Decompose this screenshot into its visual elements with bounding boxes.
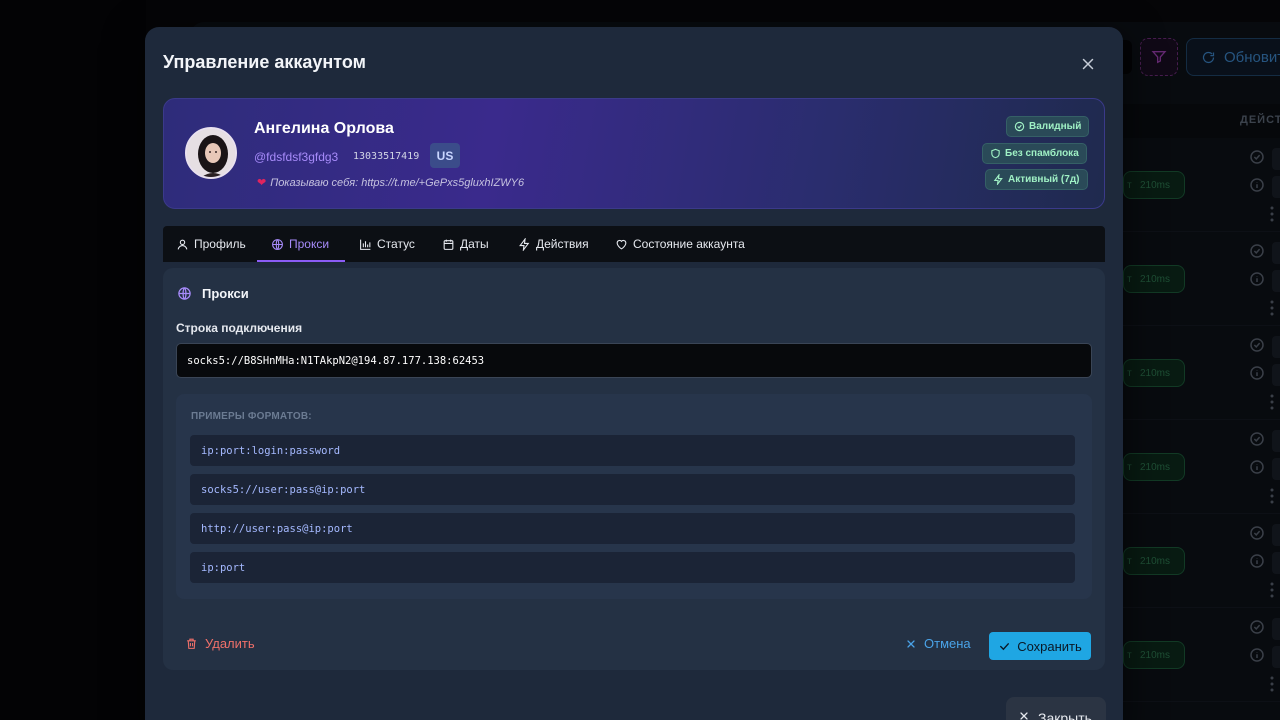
tab-profile[interactable]: Профиль [176, 226, 246, 262]
status-badge-active: Активный (7д) [985, 169, 1088, 190]
format-example[interactable]: ip:port:login:password [190, 435, 1075, 466]
delete-button[interactable]: Удалить [185, 636, 255, 651]
bar-chart-icon [360, 239, 371, 250]
heart-icon: ❤ [257, 177, 267, 189]
format-example[interactable]: socks5://user:pass@ip:port [190, 474, 1075, 505]
lightning-icon [519, 237, 530, 251]
close-icon[interactable] [1079, 55, 1097, 73]
active-tab-indicator [257, 260, 345, 262]
connection-string-label: Строка подключения [176, 321, 303, 335]
globe-icon [178, 287, 191, 300]
profile-card: Ангелина Орлова @fdsfdsf3gfdg3 130335174… [163, 98, 1105, 209]
close-icon [1020, 712, 1028, 720]
proxy-panel: Прокси Строка подключения ПРИМЕРЫ ФОРМАТ… [163, 268, 1105, 670]
check-circle-icon [1014, 121, 1025, 132]
check-icon [1000, 642, 1010, 650]
format-examples-title: ПРИМЕРЫ ФОРМАТОВ: [191, 411, 312, 422]
format-examples-box: ПРИМЕРЫ ФОРМАТОВ: ip:port:login:password… [176, 394, 1092, 599]
status-badge-no-spamblock: Без спамблока [982, 143, 1087, 164]
tab-proxy[interactable]: Прокси [271, 226, 329, 262]
tab-actions[interactable]: Действия [518, 226, 589, 262]
country-badge: US [430, 143, 460, 168]
tab-bar: Профиль Прокси Статус Даты Действия Сост… [163, 226, 1105, 262]
format-example[interactable]: http://user:pass@ip:port [190, 513, 1075, 544]
user-icon [177, 239, 188, 250]
section-title: Прокси [177, 286, 249, 301]
close-icon [907, 639, 915, 648]
close-button[interactable]: Закрыть [1006, 697, 1106, 720]
profile-username[interactable]: @fdsfdsf3gfdg3 [254, 150, 338, 164]
save-button[interactable]: Сохранить [989, 632, 1091, 660]
trash-icon [187, 638, 196, 649]
profile-bio-text: Показываю себя: https://t.me/+GePxs5glux… [270, 176, 525, 189]
profile-name: Ангелина Орлова [254, 120, 394, 137]
shield-icon [991, 148, 1000, 159]
avatar [185, 127, 237, 179]
globe-icon [272, 238, 283, 250]
modal-title: Управление аккаунтом [163, 52, 366, 72]
tab-account-state[interactable]: Состояние аккаунта [615, 226, 745, 262]
status-badge-valid: Валидный [1006, 116, 1090, 137]
tab-dates[interactable]: Даты [442, 226, 489, 262]
heart-icon [616, 239, 627, 249]
tab-status[interactable]: Статус [359, 226, 415, 262]
profile-bio: ❤ Показываю себя: https://t.me/+GePxs5gl… [257, 176, 525, 190]
account-management-modal: Управление аккаунтом Ангелина Орлова @fd… [145, 27, 1123, 720]
profile-user-id: 13033517419 [353, 151, 420, 162]
lightning-icon [993, 174, 1003, 185]
cancel-button[interactable]: Отмена [905, 636, 971, 651]
proxy-connection-input[interactable] [176, 343, 1092, 378]
format-example[interactable]: ip:port [190, 552, 1075, 583]
calendar-icon [443, 239, 454, 250]
